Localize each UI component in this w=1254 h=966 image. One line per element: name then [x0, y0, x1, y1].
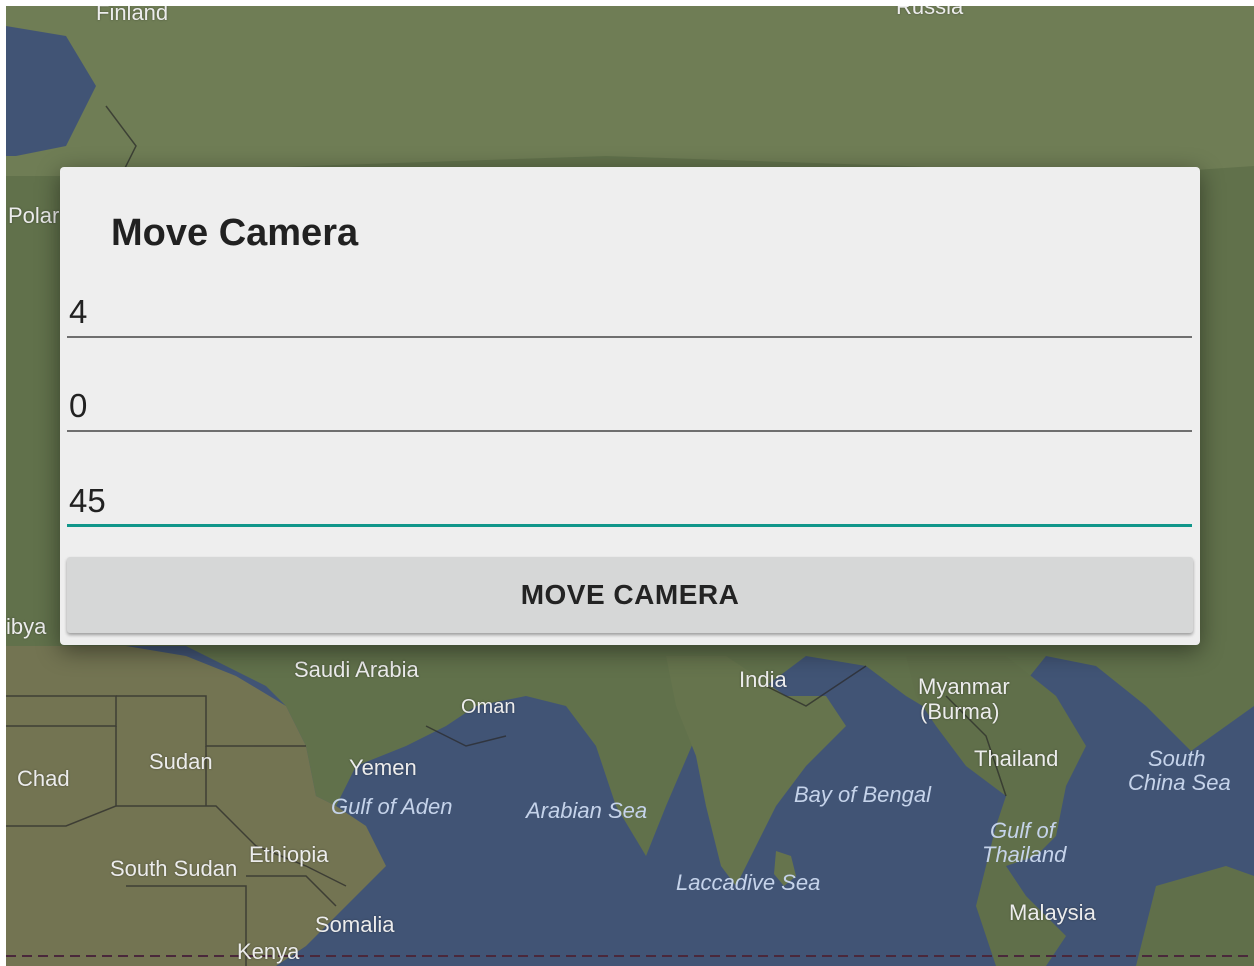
move-camera-button[interactable]: MOVE CAMERA	[67, 557, 1193, 633]
map-label-saudi-arabia: Saudi Arabia	[294, 657, 419, 682]
map-label-south-china-sea-line1: South	[1148, 746, 1206, 771]
map-label-oman: Oman	[461, 696, 516, 718]
tilt-input[interactable]	[67, 382, 1192, 432]
map-label-finland: Finland	[96, 6, 169, 25]
map-label-sudan: Sudan	[149, 749, 213, 774]
map-label-russia: Russia	[896, 6, 964, 19]
map-label-south-china-sea-line2: China Sea	[1128, 770, 1231, 795]
map-label-gulf-of-thailand-line1: Gulf of	[990, 818, 1055, 843]
map-label-kenya: Kenya	[237, 939, 300, 964]
map-label-south-sudan: South Sudan	[110, 856, 238, 881]
map-label-poland: Polar	[8, 203, 60, 228]
map-label-somalia: Somalia	[315, 912, 395, 937]
map-label-chad: Chad	[17, 766, 70, 791]
map-label-malaysia: Malaysia	[1009, 900, 1096, 925]
map-label-ethiopia: Ethiopia	[249, 842, 329, 867]
map-label-india: India	[739, 667, 787, 692]
dialog-title: Move Camera	[111, 212, 359, 254]
map-label-yemen: Yemen	[349, 755, 417, 780]
map-label-laccadive-sea: Laccadive Sea	[676, 870, 821, 895]
map-label-burma: (Burma)	[920, 699, 1000, 724]
map-label-arabian-sea: Arabian Sea	[526, 798, 648, 823]
map-label-gulf-of-thailand-line2: Thailand	[982, 842, 1067, 867]
map-label-thailand: Thailand	[974, 746, 1059, 771]
map-label-bay-of-bengal: Bay of Bengal	[794, 782, 931, 807]
zoom-input[interactable]	[67, 288, 1192, 338]
map-label-libya: ibya	[6, 614, 47, 639]
map-label-myanmar: Myanmar	[918, 674, 1010, 699]
bearing-input[interactable]	[67, 477, 1192, 527]
map-label-gulf-of-aden: Gulf of Aden	[331, 794, 453, 819]
